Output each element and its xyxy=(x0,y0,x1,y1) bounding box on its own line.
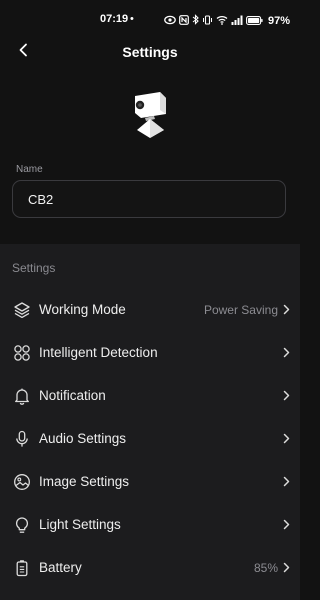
microphone-icon xyxy=(13,430,31,448)
wifi-icon xyxy=(216,12,228,30)
device-name-field[interactable]: CB2 xyxy=(12,180,286,218)
chevron-right-icon xyxy=(282,433,290,445)
status-icons: 97% xyxy=(164,12,290,30)
setting-value: 85% xyxy=(253,560,278,575)
chevron-right-icon xyxy=(282,390,290,402)
name-label: Name xyxy=(16,164,43,175)
grid-circles-icon xyxy=(13,344,31,362)
setting-row-battery[interactable]: Battery 85% xyxy=(0,546,300,589)
setting-label: Light Settings xyxy=(39,517,121,532)
section-title: Settings xyxy=(12,261,56,275)
nfc-icon xyxy=(179,12,189,30)
battery-percent-text: 97% xyxy=(267,15,290,27)
setting-value: Power Saving xyxy=(203,302,278,317)
status-time: 07:19 xyxy=(100,13,129,25)
header: Settings xyxy=(0,40,300,66)
setting-row-notification[interactable]: Notification xyxy=(0,374,300,417)
settings-panel: Settings Working Mode Power Saving Intel… xyxy=(0,244,300,600)
eye-icon xyxy=(164,12,176,30)
page-title: Settings xyxy=(122,44,178,60)
chevron-right-icon xyxy=(282,304,290,316)
setting-row-intelligent-detection[interactable]: Intelligent Detection xyxy=(0,331,300,374)
chevron-right-icon xyxy=(282,562,290,574)
signal-icon xyxy=(231,12,243,30)
vibrate-icon xyxy=(202,12,213,30)
settings-screen: 07:19 • 97% Settings Name CB2 Settings W… xyxy=(0,0,300,600)
setting-label: Battery xyxy=(39,560,82,575)
image-icon xyxy=(13,473,31,491)
chevron-right-icon xyxy=(282,476,290,488)
chevron-right-icon xyxy=(282,519,290,531)
battery-icon xyxy=(13,559,31,577)
bluetooth-icon xyxy=(192,12,199,30)
lightbulb-icon xyxy=(13,516,31,534)
setting-label: Intelligent Detection xyxy=(39,345,158,360)
setting-row-working-mode[interactable]: Working Mode Power Saving xyxy=(0,288,300,331)
setting-label: Image Settings xyxy=(39,474,130,489)
setting-row-light-settings[interactable]: Light Settings xyxy=(0,503,300,546)
security-camera-icon xyxy=(126,86,174,142)
setting-row-audio-settings[interactable]: Audio Settings xyxy=(0,417,300,460)
chevron-right-icon xyxy=(282,347,290,359)
setting-label: Audio Settings xyxy=(39,431,127,446)
layers-icon xyxy=(13,301,31,319)
setting-label: Notification xyxy=(39,388,106,403)
setting-row-image-settings[interactable]: Image Settings xyxy=(0,460,300,503)
setting-label: Working Mode xyxy=(39,302,126,317)
status-extra: • xyxy=(130,13,135,25)
status-bar: 07:19 • 97% xyxy=(0,0,300,40)
battery-status-icon xyxy=(246,12,263,30)
bell-icon xyxy=(13,387,31,405)
